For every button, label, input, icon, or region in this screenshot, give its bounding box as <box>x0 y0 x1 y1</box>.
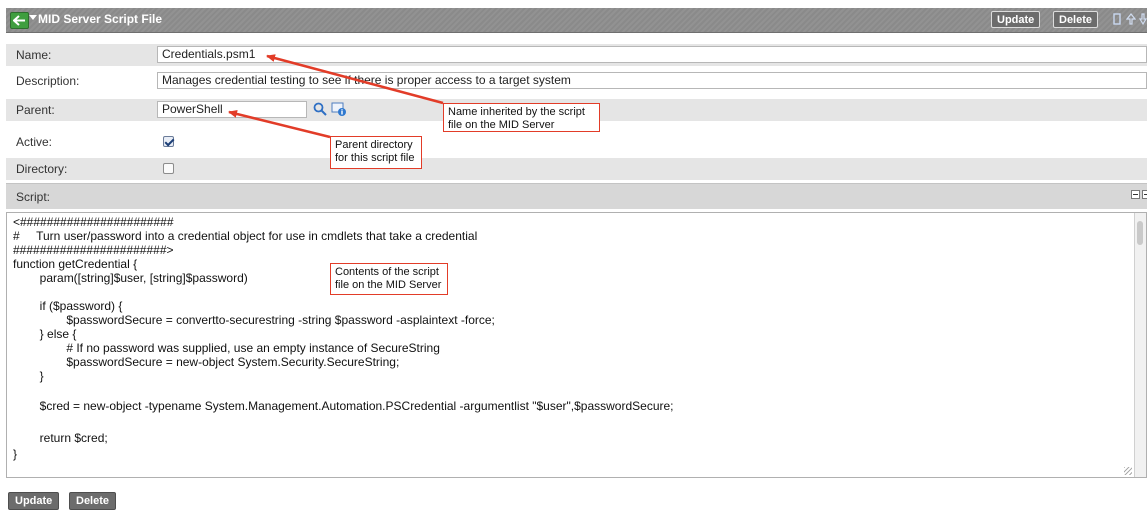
parent-annotation-callout: Parent directory for this script file <box>330 136 422 169</box>
contents-annotation-callout: Contents of the script file on the MID S… <box>330 263 448 295</box>
annotation-arrows <box>228 54 444 139</box>
name-annotation-callout: Name inherited by the script file on the… <box>443 103 600 132</box>
